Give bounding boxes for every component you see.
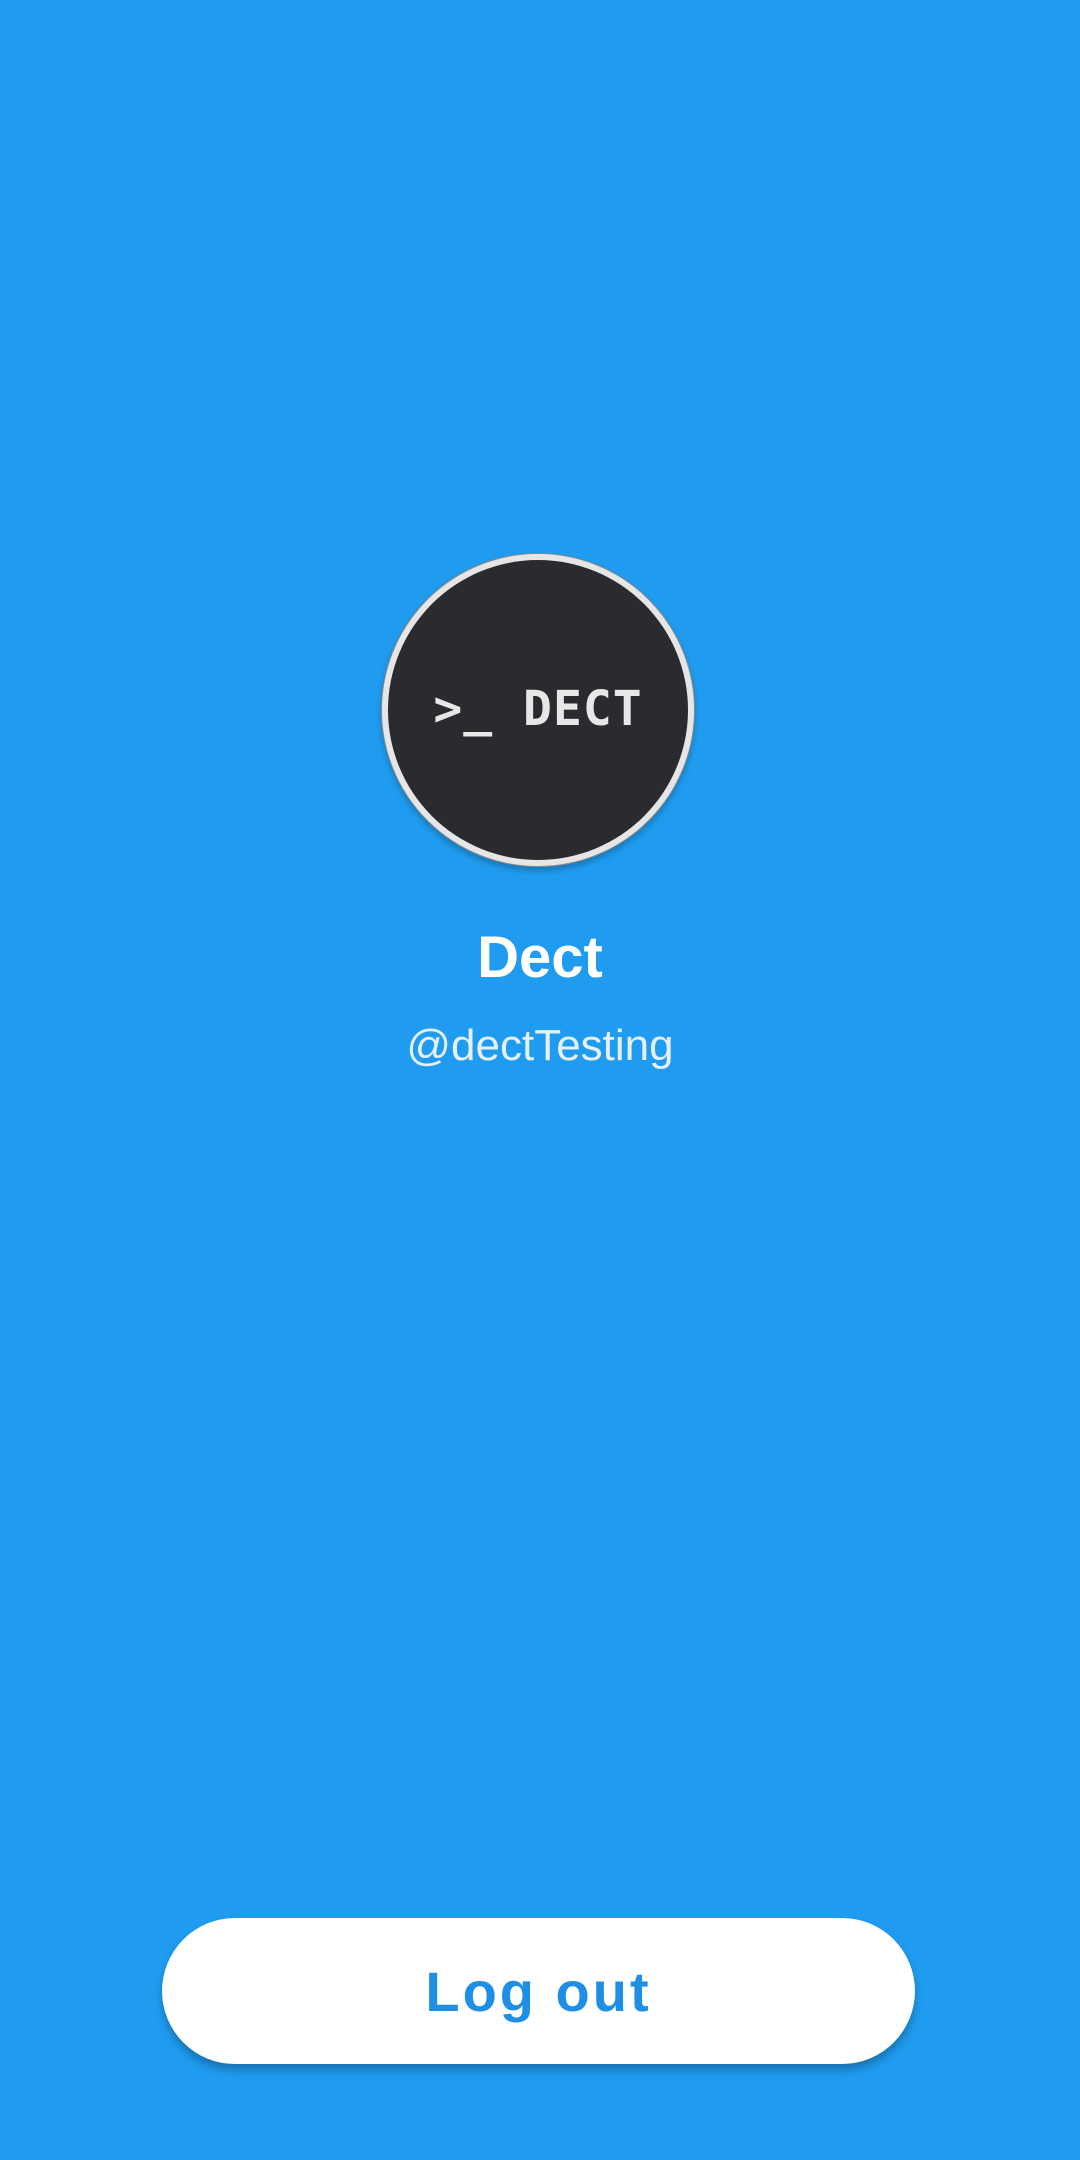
logout-button-label: Log out bbox=[425, 1959, 652, 2023]
profile-screen: >_ DECT Dect @dectTesting Log out bbox=[0, 0, 1080, 2160]
avatar-logo-text: >_ DECT bbox=[433, 681, 643, 737]
avatar-image: >_ DECT bbox=[388, 560, 688, 860]
username-handle: @dectTesting bbox=[406, 1021, 674, 1070]
display-name: Dect bbox=[477, 925, 603, 990]
logout-button[interactable]: Log out bbox=[162, 1918, 915, 2064]
avatar: >_ DECT bbox=[381, 553, 695, 867]
